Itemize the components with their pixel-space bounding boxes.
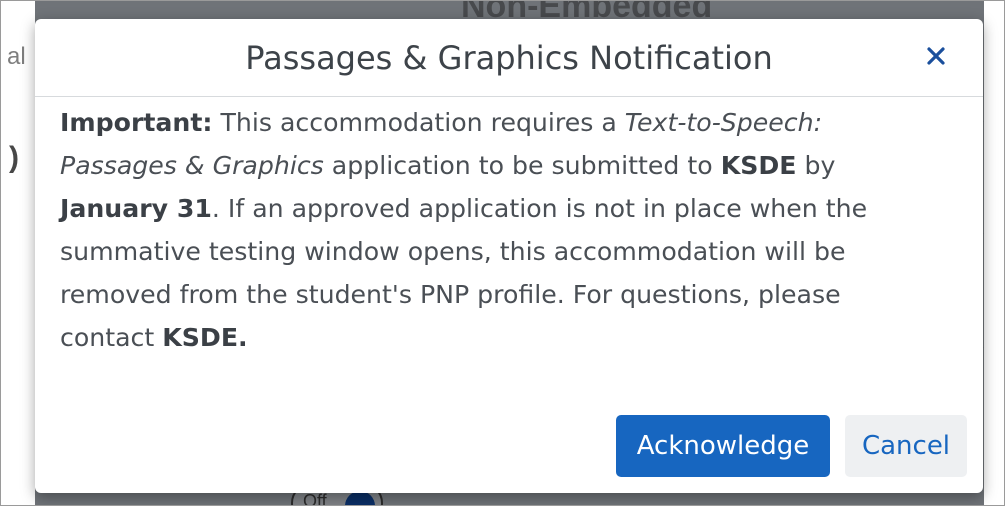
background-left-text: al — [7, 43, 26, 70]
modal-header: Passages & Graphics Notification — [35, 19, 983, 97]
background-right-panel — [984, 1, 1004, 505]
background-left-paren: ) — [9, 141, 19, 174]
modal-title: Passages & Graphics Notification — [245, 39, 773, 77]
close-button[interactable] — [921, 41, 951, 71]
screenshot-frame: al ) Non-Embedded Off Passages & Graphic… — [0, 0, 1005, 506]
modal-body: Important: This accommodation requires a… — [60, 101, 940, 359]
body-text: This accommodation requires a — [212, 108, 625, 137]
body-text: application to be submitted to — [323, 151, 721, 180]
important-label: Important: — [60, 108, 213, 137]
close-icon — [927, 47, 945, 65]
background-left-panel: al ) — [1, 1, 35, 505]
organization-name: KSDE. — [162, 323, 248, 352]
deadline-date: January 31 — [60, 194, 212, 223]
background-toggle-label: Off — [303, 491, 327, 506]
organization-name: KSDE — [720, 151, 797, 180]
cancel-button[interactable]: Cancel — [845, 415, 967, 477]
modal-footer: Acknowledge Cancel — [35, 409, 983, 493]
acknowledge-button[interactable]: Acknowledge — [616, 415, 830, 477]
notification-modal: Passages & Graphics Notification Importa… — [35, 19, 983, 493]
body-text: by — [796, 151, 836, 180]
background-toggle-knob — [345, 491, 375, 505]
